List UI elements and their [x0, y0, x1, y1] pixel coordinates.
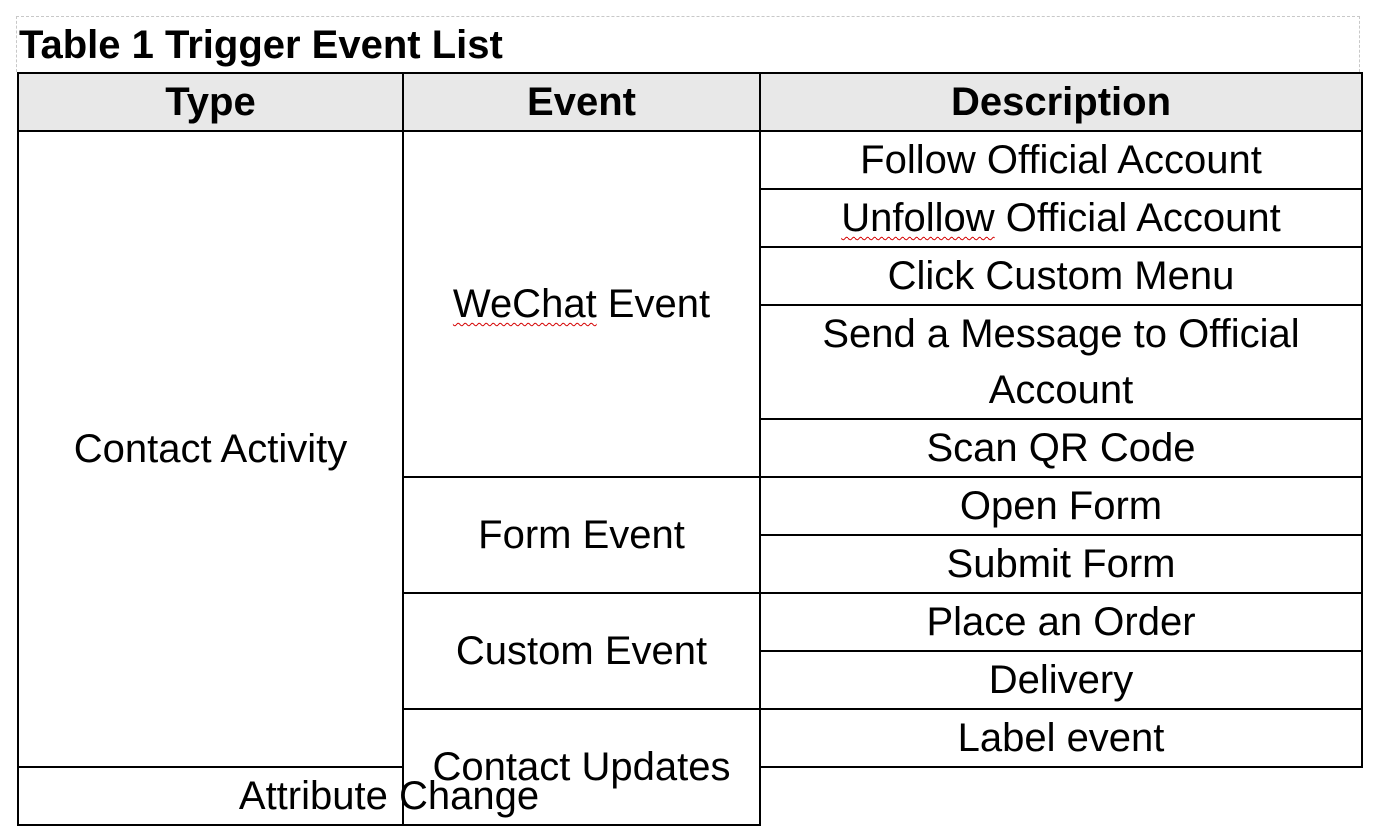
table-caption: Table 1 Trigger Event List: [19, 23, 503, 67]
desc-unfollow-official-account: Unfollow Official Account: [759, 188, 1363, 248]
desc-delivery: Delivery: [759, 650, 1363, 710]
unfollow-word: Unfollow: [841, 196, 995, 240]
type-contact-activity: Contact Activity: [17, 130, 404, 768]
header-event: Event: [402, 72, 761, 132]
desc-place-an-order: Place an Order: [759, 592, 1363, 652]
desc-click-custom-menu: Click Custom Menu: [759, 246, 1363, 306]
desc-send-message: Send a Message to Official Account: [759, 304, 1363, 420]
event-wechat: WeChat Event: [402, 130, 761, 478]
wechat-word: WeChat: [452, 282, 597, 326]
header-description: Description: [759, 72, 1363, 132]
unfollow-rest: Official Account: [994, 196, 1281, 240]
header-type: Type: [17, 72, 404, 132]
table-row: Contact Activity WeChat Event Follow Off…: [17, 130, 1363, 768]
desc-follow-official-account: Follow Official Account: [759, 130, 1363, 190]
trigger-event-table: Type Event Description Contact Activity …: [17, 72, 1363, 826]
event-custom: Custom Event: [402, 592, 761, 710]
desc-open-form: Open Form: [759, 476, 1363, 536]
wechat-event-suffix: Event: [596, 282, 711, 326]
event-label-event: Label event: [759, 708, 1363, 768]
desc-submit-form: Submit Form: [759, 534, 1363, 594]
event-form: Form Event: [402, 476, 761, 594]
header-row: Type Event Description: [17, 72, 1363, 132]
desc-scan-qr-code: Scan QR Code: [759, 418, 1363, 478]
